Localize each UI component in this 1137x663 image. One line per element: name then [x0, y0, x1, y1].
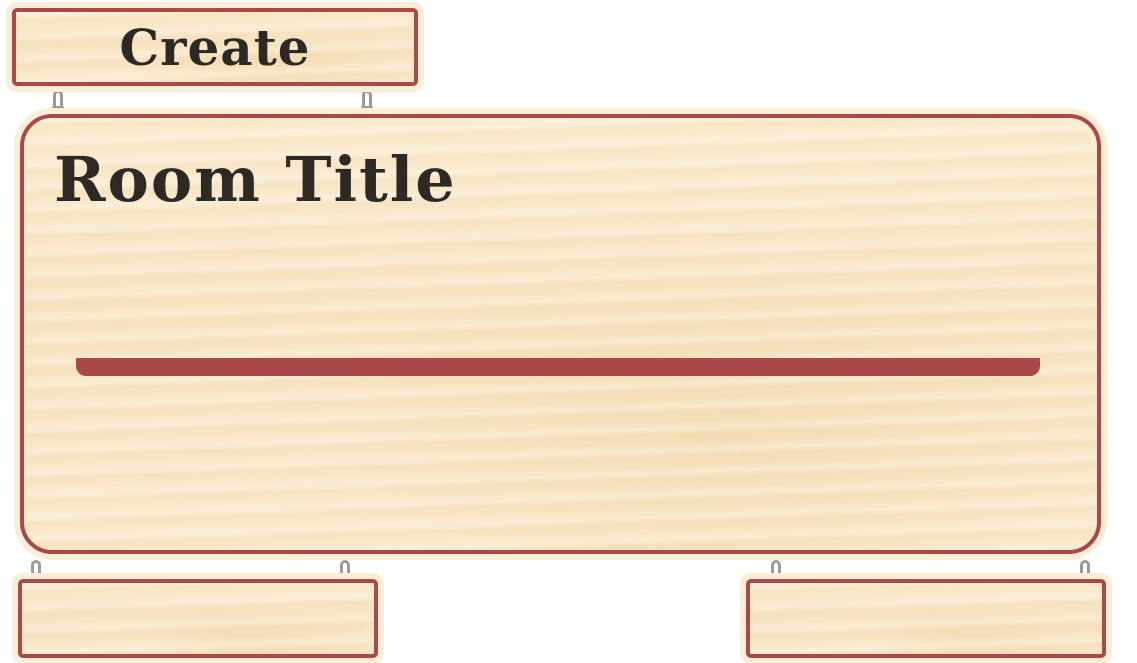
hanging-hook-icon [52, 90, 64, 109]
room-title-label: Room Title [54, 143, 457, 216]
hanging-hook-icon [361, 90, 373, 109]
hanging-hook-icon [1079, 560, 1091, 579]
create-button[interactable]: Create [12, 8, 418, 86]
room-title-input[interactable] [76, 314, 1040, 376]
hanging-hook-icon [339, 560, 351, 579]
plank-border [746, 579, 1106, 658]
hanging-hook-icon [30, 560, 42, 579]
hanging-hook-icon [770, 560, 782, 579]
create-button-label: Create [119, 18, 311, 77]
right-plank-button[interactable] [746, 579, 1106, 658]
left-plank-button[interactable] [18, 579, 378, 658]
plank-border [18, 579, 378, 658]
room-panel: Room Title [20, 114, 1101, 554]
